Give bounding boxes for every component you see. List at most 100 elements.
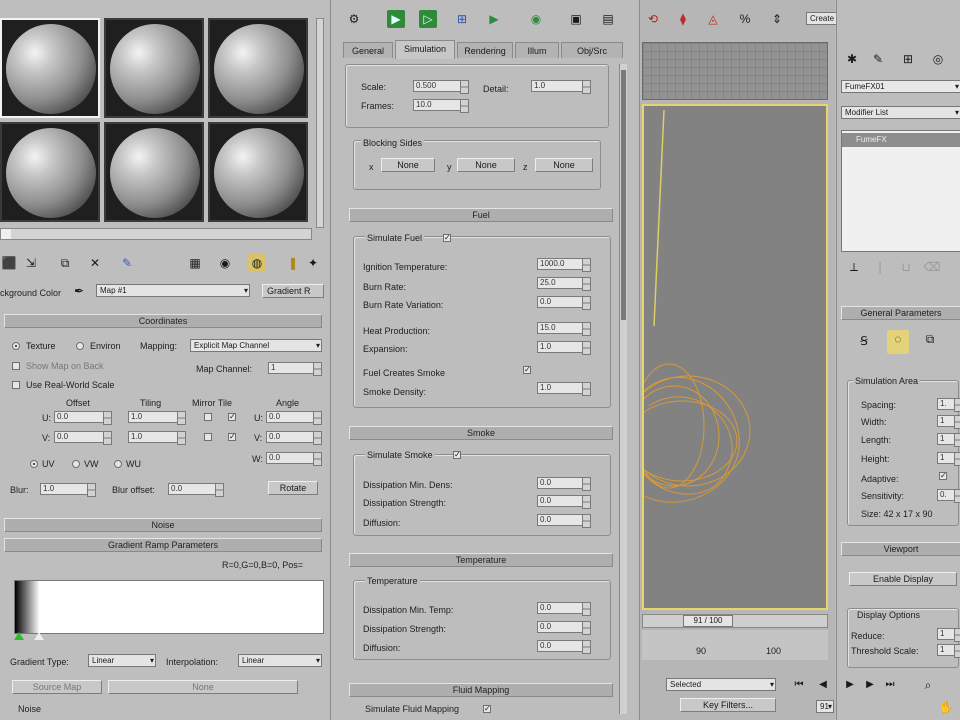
- fuel-rollout[interactable]: Fuel: [349, 208, 613, 222]
- v-tile-checkbox[interactable]: ✓: [228, 433, 236, 441]
- temp-dissipation-strength-spinner[interactable]: 0.0: [537, 621, 591, 635]
- go-to-parent-icon[interactable]: ✦: [304, 254, 322, 272]
- reset-map-icon[interactable]: ✕: [86, 254, 104, 272]
- spinner-snap-icon[interactable]: ⇕: [768, 10, 786, 28]
- smoke-dissipation-strength-spinner[interactable]: 0.0: [537, 495, 591, 509]
- ignition-temperature-spinner[interactable]: 1000.0: [537, 258, 591, 272]
- make-unique-icon[interactable]: ✎: [118, 254, 136, 272]
- track-bar[interactable]: 90 100: [642, 630, 828, 660]
- preview-window-icon[interactable]: ⧉: [921, 330, 939, 348]
- go-to-end-icon[interactable]: ⏭: [881, 676, 899, 694]
- make-unique-icon[interactable]: ⊔: [897, 258, 915, 276]
- burn-rate-spinner[interactable]: 25.0: [537, 277, 591, 291]
- frames-spinner[interactable]: 10.0: [413, 99, 469, 113]
- v-angle-spinner[interactable]: 0.0: [266, 431, 322, 445]
- continue-simulation-icon[interactable]: ▷: [419, 10, 437, 28]
- percent-snap-icon[interactable]: %: [736, 10, 754, 28]
- u-angle-spinner[interactable]: 0.0: [266, 411, 322, 425]
- perspective-viewport[interactable]: [642, 104, 828, 610]
- tab-simulation[interactable]: Simulation: [395, 40, 455, 59]
- key-filters-button[interactable]: Key Filters...: [680, 698, 776, 712]
- environ-radio[interactable]: [76, 342, 84, 350]
- sensitivity-spinner[interactable]: 0.: [937, 489, 960, 503]
- blocking-z-button[interactable]: None: [535, 158, 593, 172]
- render-icon[interactable]: ▣: [567, 10, 585, 28]
- map-name-dropdown[interactable]: Map #1: [96, 284, 250, 297]
- previous-frame-icon[interactable]: ◀: [814, 676, 832, 694]
- play-animation-icon[interactable]: ▶: [841, 676, 859, 694]
- time-slider-thumb[interactable]: 91 / 100: [683, 615, 733, 627]
- assign-material-icon[interactable]: ⧉: [56, 254, 74, 272]
- blur-offset-spinner[interactable]: 0.0: [168, 483, 224, 497]
- rotate-button[interactable]: Rotate: [268, 481, 318, 495]
- u-tile-checkbox[interactable]: ✓: [228, 413, 236, 421]
- blur-spinner[interactable]: 1.0: [40, 483, 96, 497]
- fumefx-logo-icon[interactable]: Ꞩ: [855, 332, 873, 350]
- material-slot-4[interactable]: [0, 122, 100, 222]
- source-map-button[interactable]: Source Map: [12, 680, 102, 694]
- temp-diffusion-spinner[interactable]: 0.0: [537, 640, 591, 654]
- interpolation-dropdown[interactable]: Linear: [238, 654, 322, 667]
- zoom-icon[interactable]: ⌕: [919, 676, 937, 694]
- show-map-on-back-checkbox[interactable]: [12, 362, 20, 370]
- burn-rate-variation-spinner[interactable]: 0.0: [537, 296, 591, 310]
- blocking-y-button[interactable]: None: [457, 158, 515, 172]
- u-mirror-checkbox[interactable]: [204, 413, 212, 421]
- simulate-smoke-checkbox[interactable]: ✓: [453, 451, 461, 459]
- play-icon[interactable]: ▶: [485, 10, 503, 28]
- noise-rollout[interactable]: Noise: [4, 518, 322, 532]
- material-effects-icon[interactable]: ◉: [216, 254, 234, 272]
- show-end-result-icon[interactable]: ❚: [284, 254, 302, 272]
- heat-production-spinner[interactable]: 15.0: [537, 322, 591, 336]
- hierarchy-tab-icon[interactable]: ⊞: [899, 50, 917, 68]
- smoke-diffusion-spinner[interactable]: 0.0: [537, 514, 591, 528]
- help-icon[interactable]: ◉: [527, 10, 545, 28]
- scale-tool-icon[interactable]: ⧫: [674, 10, 692, 28]
- time-slider[interactable]: 91 / 100: [642, 614, 828, 628]
- scroll-thumb[interactable]: [621, 70, 626, 320]
- v-offset-spinner[interactable]: 0.0: [54, 431, 112, 445]
- smoke-dissipation-min-spinner[interactable]: 0.0: [537, 477, 591, 491]
- smoke-density-spinner[interactable]: 1.0: [537, 382, 591, 396]
- material-slot-3[interactable]: [208, 18, 308, 118]
- u-tiling-spinner[interactable]: 1.0: [128, 411, 186, 425]
- go-to-start-icon[interactable]: ⏮: [790, 676, 808, 694]
- viewport-rollout[interactable]: Viewport: [841, 542, 960, 556]
- frame-number-field[interactable]: 91: [816, 700, 834, 713]
- material-slot-6[interactable]: [208, 122, 308, 222]
- fuel-creates-smoke-checkbox[interactable]: ✓: [523, 366, 531, 374]
- pin-stack-icon[interactable]: ⟂: [845, 258, 863, 276]
- show-map-icon[interactable]: ◍: [248, 254, 266, 272]
- map-type-button[interactable]: Gradient R: [262, 284, 324, 298]
- gradient-type-dropdown[interactable]: Linear: [88, 654, 156, 667]
- reduce-spinner[interactable]: 1: [937, 628, 960, 642]
- smoke-rollout[interactable]: Smoke: [349, 426, 613, 440]
- put-to-library-icon[interactable]: ▦: [186, 254, 204, 272]
- get-material-icon[interactable]: ⬛: [0, 254, 18, 272]
- modifier-stack[interactable]: FumeFX: [841, 130, 960, 252]
- material-slot-5[interactable]: [104, 122, 204, 222]
- open-fumefx-ui-icon[interactable]: ◌: [887, 330, 909, 354]
- stack-item-fumefx[interactable]: FumeFX: [842, 133, 960, 147]
- slots-vertical-scrollbar[interactable]: [316, 18, 324, 228]
- u-offset-spinner[interactable]: 0.0: [54, 411, 112, 425]
- use-real-world-scale-checkbox[interactable]: [12, 381, 20, 389]
- slots-horizontal-scrollbar[interactable]: [0, 228, 312, 240]
- blocking-x-button[interactable]: None: [381, 158, 435, 172]
- temperature-rollout[interactable]: Temperature: [349, 553, 613, 567]
- preview-icon[interactable]: ⊞: [453, 10, 471, 28]
- settings-icon[interactable]: ⚙: [345, 10, 363, 28]
- angle-snap-icon[interactable]: ◬: [704, 10, 722, 28]
- start-simulation-icon[interactable]: ▶: [387, 10, 405, 28]
- fluid-mapping-rollout[interactable]: Fluid Mapping: [349, 683, 613, 697]
- pan-icon[interactable]: ✋: [937, 698, 955, 716]
- tab-obj-src[interactable]: Obj/Src: [561, 42, 623, 58]
- tab-rendering[interactable]: Rendering: [457, 42, 513, 58]
- adaptive-checkbox[interactable]: ✓: [939, 472, 947, 480]
- selected-dropdown[interactable]: Selected: [666, 678, 776, 691]
- mapping-dropdown[interactable]: Explicit Map Channel: [190, 339, 322, 352]
- gradient-ramp-rollout[interactable]: Gradient Ramp Parameters: [4, 538, 322, 552]
- next-frame-icon[interactable]: ▶: [861, 676, 879, 694]
- source-map-none-button[interactable]: None: [108, 680, 298, 694]
- detail-spinner[interactable]: 1.0: [531, 80, 591, 94]
